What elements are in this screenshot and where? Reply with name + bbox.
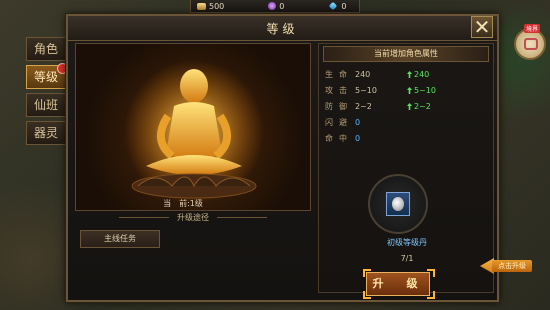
stat-key: 闪避 — [325, 117, 353, 127]
realm-badge: 境界 — [524, 24, 541, 33]
ingot-icon — [197, 2, 206, 10]
level-window: 等级 ✕ 当 前:1级 升级途径 主线任务 当前增加角色属性 生命 240 24… — [66, 14, 499, 302]
attribute-panel: 当前增加角色属性 生命 240 240 攻击 5~10 5~10 防御 2~2 … — [318, 43, 494, 299]
arrow-up-icon — [407, 86, 412, 94]
upgrade-hint[interactable]: 点击升级 — [480, 258, 540, 274]
stat-gain: 2~2 — [407, 102, 431, 111]
main-quest-button[interactable]: 主线任务 — [80, 230, 160, 248]
corner-bracket-icon — [427, 291, 435, 299]
item-name: 初级等级丹 — [387, 238, 427, 247]
upgrade-hint-label: 点击升级 — [492, 260, 532, 272]
stat-value: 2~2 — [355, 101, 372, 111]
item-slot[interactable] — [368, 174, 428, 234]
corner-bracket-icon — [363, 269, 371, 277]
realm-shortcut-button[interactable]: 境界 — [514, 24, 546, 60]
stat-gain: 240 — [407, 70, 429, 79]
stat-row-dodge: 闪避 0 — [325, 114, 487, 130]
stat-gain: 5~10 — [407, 86, 436, 95]
attribute-list: 生命 240 240 攻击 5~10 5~10 防御 2~2 2~2 闪避 0 … — [325, 66, 487, 146]
resource-orb: 0 — [268, 2, 322, 11]
attribute-panel-title: 当前增加角色属性 — [323, 46, 489, 62]
stat-row-hp: 生命 240 240 — [325, 66, 487, 82]
side-tabs: 角色 等级 仙班 器灵 — [26, 37, 68, 149]
corner-bracket-icon — [363, 291, 371, 299]
stat-value: 0 — [355, 117, 361, 127]
stat-key: 生命 — [325, 69, 353, 79]
diamond-icon — [329, 1, 338, 11]
character-preview — [75, 43, 311, 211]
tab-weapon-spirit[interactable]: 器灵 — [26, 121, 66, 145]
orb-icon — [268, 2, 277, 10]
stat-key: 攻击 — [325, 85, 353, 95]
stat-key: 防御 — [325, 101, 353, 111]
arrow-up-icon — [407, 102, 412, 110]
meditating-figure-icon — [124, 60, 264, 204]
close-button[interactable]: ✕ — [471, 16, 493, 38]
stat-row-defense: 防御 2~2 2~2 — [325, 98, 487, 114]
upgrade-button[interactable]: 升 级 — [366, 272, 430, 296]
stat-row-hit: 命中 0 — [325, 130, 487, 146]
current-level-label: 当 前:1级 — [163, 199, 203, 208]
arrow-up-icon — [407, 70, 412, 78]
stat-value: 240 — [355, 69, 371, 79]
resource-ingot: 500 — [197, 2, 262, 11]
corner-bracket-icon — [427, 269, 435, 277]
window-title-bar: 等级 ✕ — [68, 16, 497, 41]
pill-item-icon — [386, 192, 410, 216]
stat-row-attack: 攻击 5~10 5~10 — [325, 82, 487, 98]
tab-character[interactable]: 角色 — [26, 37, 66, 61]
resource-bar: 500 0 0 — [190, 0, 360, 13]
stat-key: 命中 — [325, 133, 353, 143]
stat-value: 5~10 — [355, 85, 377, 95]
upgrade-route-header: 升级途径 — [75, 212, 311, 223]
window-title: 等级 — [266, 22, 299, 36]
resource-diamond: 0 — [328, 2, 384, 11]
tab-immortal-class[interactable]: 仙班 — [26, 93, 66, 117]
stat-value: 0 — [355, 133, 361, 143]
realm-icon — [524, 38, 538, 50]
item-count: 7/1 — [400, 254, 414, 263]
tab-level[interactable]: 等级 — [26, 63, 68, 89]
